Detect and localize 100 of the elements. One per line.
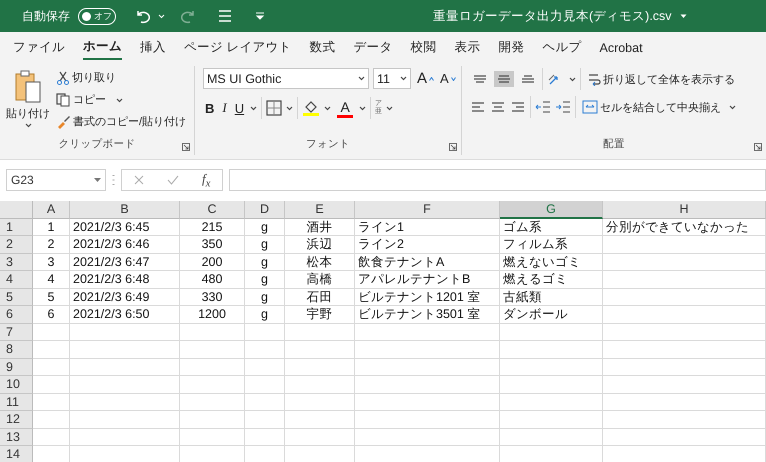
paste-button[interactable]: 貼り付け	[4, 68, 52, 135]
bold-button[interactable]: B	[203, 98, 216, 118]
ribbon-tab[interactable]: 挿入	[140, 35, 166, 59]
table-cell: 2021/2/3 6:46	[70, 236, 180, 254]
check-icon[interactable]	[166, 175, 179, 185]
table-cell: 330	[180, 288, 245, 306]
group-label: クリップボード	[58, 137, 136, 152]
row-header[interactable]: 1	[0, 218, 33, 236]
empty-cell	[245, 324, 285, 341]
ribbon-tab[interactable]: ページ レイアウト	[184, 35, 292, 59]
list-icon[interactable]	[217, 9, 233, 23]
font-color-button[interactable]: A	[335, 98, 356, 118]
column-header[interactable]: C	[180, 201, 245, 218]
insert-function-button[interactable]: f$_{x}$	[202, 170, 210, 190]
vertical-align-button[interactable]	[494, 71, 514, 87]
table-cell: ゴム系	[500, 218, 603, 236]
ribbon-tab[interactable]: ホーム	[83, 34, 122, 60]
column-header[interactable]: B	[70, 201, 180, 218]
table-cell: 215	[180, 218, 245, 236]
row-header[interactable]: 2	[0, 236, 33, 254]
table-cell: ビルテナント1201 室	[355, 288, 500, 306]
fill-color-icon[interactable]	[302, 99, 320, 117]
row-header[interactable]: 9	[0, 358, 33, 376]
dialog-launcher-icon[interactable]	[449, 143, 457, 151]
shrink-font-button[interactable]: A	[440, 69, 456, 88]
caret-icon	[250, 106, 258, 110]
font-name-field[interactable]: MS UI Gothic	[203, 68, 369, 89]
row-header[interactable]: 14	[0, 446, 33, 462]
empty-cell	[245, 341, 285, 358]
ribbon-tab[interactable]: 開発	[498, 35, 524, 59]
formula-field[interactable]	[229, 169, 766, 191]
grow-font-button[interactable]: A	[415, 68, 436, 89]
table-cell: 2021/2/3 6:47	[70, 254, 180, 271]
table-cell: 古紙類	[500, 288, 603, 306]
autosave-toggle[interactable]: オフ	[78, 8, 116, 24]
row-header[interactable]: 3	[0, 254, 33, 271]
table-cell: 燃えるゴミ	[500, 271, 603, 288]
empty-cell	[245, 376, 285, 394]
row-header[interactable]: 12	[0, 411, 33, 428]
table-cell: ライン1	[355, 218, 500, 236]
caret-icon	[569, 76, 576, 82]
ribbon-tab[interactable]: データ	[353, 35, 392, 59]
row-header[interactable]: 5	[0, 288, 33, 306]
empty-cell	[285, 341, 355, 358]
customize-icon[interactable]	[255, 12, 265, 20]
scissors-icon	[56, 70, 70, 84]
caret-icon	[729, 105, 736, 110]
column-header[interactable]: H	[603, 201, 766, 218]
align-left-icon[interactable]	[470, 100, 486, 114]
row-header[interactable]: 7	[0, 324, 33, 341]
ribbon-tab[interactable]: ヘルプ	[542, 35, 582, 59]
decrease-indent-icon[interactable]	[535, 100, 551, 114]
caret-icon	[358, 76, 365, 81]
font-size-field[interactable]: 11	[373, 68, 411, 89]
row-header[interactable]: 10	[0, 376, 33, 394]
brush-icon	[56, 114, 71, 128]
row-header[interactable]: 8	[0, 341, 33, 358]
copy-icon	[56, 92, 71, 106]
column-header[interactable]: G	[500, 201, 603, 218]
dialog-launcher-icon[interactable]	[754, 143, 762, 151]
table-cell: g	[245, 254, 285, 271]
column-header[interactable]: A	[33, 201, 70, 218]
table-cell: 石田	[285, 288, 355, 306]
wrap-text-button[interactable]: 折り返して全体を表示する	[585, 70, 737, 88]
table-cell: 松本	[285, 254, 355, 271]
dialog-launcher-icon[interactable]	[182, 143, 190, 151]
copy-button[interactable]: コピー	[54, 90, 125, 109]
lines-icon	[520, 75, 536, 83]
align-center-icon[interactable]	[490, 100, 506, 114]
color-bar-icon	[337, 114, 354, 118]
cut-button[interactable]: 切り取り	[54, 68, 118, 87]
row-header[interactable]: 6	[0, 306, 33, 324]
increase-indent-icon[interactable]	[555, 100, 571, 114]
column-header[interactable]: D	[245, 201, 285, 218]
name-box[interactable]: G23	[6, 169, 106, 191]
merge-center-button[interactable]: セルを結合して中央揃え	[580, 98, 738, 116]
caret-down-icon	[450, 76, 456, 80]
row-header[interactable]: 11	[0, 394, 33, 411]
ribbon-tab[interactable]: 数式	[309, 35, 336, 59]
column-header[interactable]: F	[355, 201, 500, 218]
empty-cell	[180, 394, 245, 411]
italic-button[interactable]: I	[220, 98, 229, 118]
borders-icon[interactable]	[266, 100, 282, 116]
ribbon-tab[interactable]: ファイル	[13, 35, 65, 59]
row-header[interactable]: 13	[0, 428, 33, 446]
column-header[interactable]: E	[285, 201, 355, 218]
align-right-icon[interactable]	[510, 100, 526, 114]
ribbon-tab[interactable]: 校閲	[410, 35, 436, 59]
format-painter-button[interactable]: 書式のコピー/貼り付け	[54, 112, 188, 131]
empty-cell	[245, 394, 285, 411]
caret-icon	[158, 14, 165, 18]
empty-cell	[285, 411, 355, 428]
ribbon-tab[interactable]: 表示	[454, 35, 480, 59]
row-header[interactable]: 4	[0, 271, 33, 288]
table-cell: 分別ができていなかった	[603, 218, 766, 236]
clipboard-icon	[13, 70, 43, 104]
caret-icon	[116, 98, 123, 102]
table-cell: 浜辺	[285, 236, 355, 254]
underline-button[interactable]: U	[232, 98, 246, 118]
ribbon-tab[interactable]: Acrobat	[599, 36, 643, 58]
